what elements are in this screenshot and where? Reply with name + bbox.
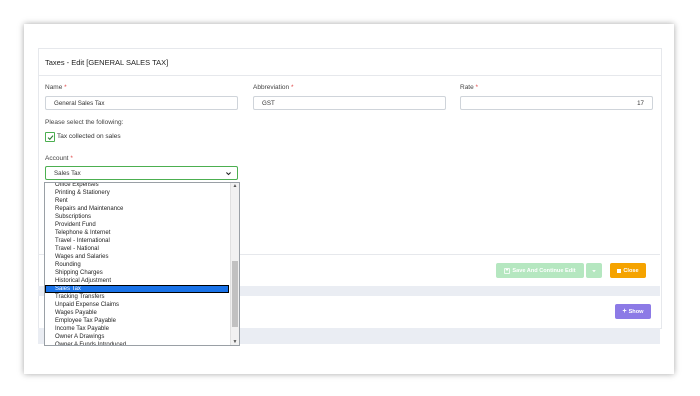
dropdown-option[interactable]: Office Expenses (45, 183, 229, 189)
name-label-text: Name (45, 84, 63, 91)
abbreviation-value: GST (262, 99, 275, 107)
scroll-up-arrow-icon[interactable]: ▲ (232, 183, 238, 189)
plus-icon: + (622, 308, 627, 315)
card-header: Taxes - Edit [GENERAL SALES TAX] (39, 49, 661, 76)
save-icon (504, 267, 511, 274)
dropdown-option[interactable]: Subscriptions (45, 213, 229, 221)
account-selected-value: Sales Tax (54, 169, 81, 177)
dropdown-option[interactable]: Wages and Salaries (45, 253, 229, 261)
scroll-thumb[interactable] (232, 261, 238, 327)
dropdown-option[interactable]: Tracking Transfers (45, 293, 229, 301)
abbreviation-field[interactable]: GST (253, 96, 446, 110)
name-field[interactable]: General Sales Tax (45, 96, 238, 110)
close-label: Close (623, 267, 639, 274)
dropdown-option[interactable]: Printing & Stationery (45, 189, 229, 197)
account-select[interactable]: Sales Tax (45, 166, 238, 180)
rate-required-marker: * (475, 84, 479, 91)
select-following-text: Please select the following: (45, 119, 124, 126)
dropdown-scrollbar[interactable]: ▲ ▼ (230, 183, 239, 345)
dropdown-option[interactable]: Owner A Drawings (45, 333, 229, 341)
rate-field[interactable]: 17 (460, 96, 653, 110)
abbreviation-label: Abbreviation * (253, 84, 293, 91)
tax-collected-label: Tax collected on sales (57, 133, 121, 140)
dropdown-option[interactable]: Rounding (45, 261, 229, 269)
scroll-down-arrow-icon[interactable]: ▼ (232, 339, 238, 345)
dropdown-option[interactable]: Travel - International (45, 237, 229, 245)
dropdown-option[interactable]: Income Tax Payable (45, 325, 229, 333)
name-value: General Sales Tax (54, 99, 105, 107)
show-label: Show (628, 308, 644, 315)
tax-collected-checkbox[interactable] (45, 132, 55, 142)
account-required-marker: * (70, 155, 73, 162)
abbreviation-required-marker: * (290, 84, 294, 91)
checkmark-icon (47, 134, 53, 140)
name-label: Name * (45, 84, 67, 91)
abbreviation-label-text: Abbreviation (253, 84, 290, 91)
save-continue-button[interactable]: Save And Continue Edit (496, 263, 584, 278)
dropdown-option[interactable]: Historical Adjustment (45, 277, 229, 285)
dropdown-option[interactable]: Owner A Funds Introduced (45, 341, 229, 345)
dropdown-option[interactable]: Shipping Charges (45, 269, 229, 277)
app-window: Taxes - Edit [GENERAL SALES TAX] Name * … (24, 24, 674, 374)
dropdown-option[interactable]: Travel - National (45, 245, 229, 253)
rate-label: Rate * (460, 84, 478, 91)
close-icon (617, 268, 622, 273)
caret-down-icon (592, 269, 596, 272)
dropdown-option[interactable]: Rent (45, 197, 229, 205)
dropdown-option[interactable]: Repairs and Maintenance (45, 205, 229, 213)
account-label: Account * (45, 155, 73, 162)
close-button[interactable]: Close (610, 263, 646, 278)
dropdown-option[interactable]: Wages Payable (45, 309, 229, 317)
dropdown-options: Office Expenses Printing & Stationery Rent… (45, 183, 229, 345)
save-continue-label: Save And Continue Edit (512, 267, 576, 274)
dropdown-option[interactable]: Sales Tax (45, 285, 229, 293)
page-title: Taxes - Edit [GENERAL SALES TAX] (45, 57, 169, 67)
dropdown-option[interactable]: Provident Fund (45, 221, 229, 229)
save-dropdown-button[interactable] (586, 263, 602, 278)
show-button[interactable]: + Show (615, 304, 651, 319)
dropdown-option[interactable]: Unpaid Expense Claims (45, 301, 229, 309)
account-label-text: Account (45, 155, 69, 162)
account-dropdown-list[interactable]: Office Expenses Printing & Stationery Rent… (44, 182, 240, 346)
chevron-down-icon (226, 172, 231, 176)
name-required-marker: * (64, 84, 67, 91)
rate-label-text: Rate (460, 84, 474, 91)
dropdown-option[interactable]: Telephone & Internet (45, 229, 229, 237)
dropdown-option[interactable]: Employee Tax Payable (45, 317, 229, 325)
rate-value: 17 (637, 99, 644, 107)
